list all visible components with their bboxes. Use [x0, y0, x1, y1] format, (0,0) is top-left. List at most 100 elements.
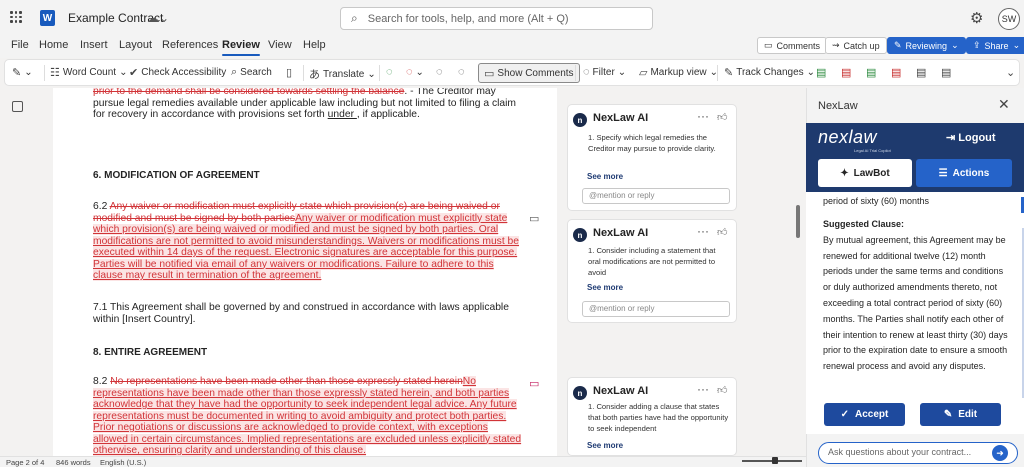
paragraph-8-2[interactable]: 8.2 No representations have been made ot…	[93, 376, 525, 456]
filter-button[interactable]: ◌ Filter ⌄	[583, 66, 626, 78]
show-comments-button[interactable]: ▭ Show Comments	[478, 63, 580, 83]
paragraph-7-1[interactable]: 7.1 This Agreement shall be governed by …	[93, 302, 525, 325]
comment-reply-input[interactable]: @mention or reply	[582, 188, 730, 204]
tab-help[interactable]: Help	[303, 39, 326, 51]
tab-review[interactable]: Review	[222, 39, 260, 56]
paragraph-number: 6.2	[93, 201, 110, 212]
ribbon-expand-icon[interactable]: ⌄	[1006, 66, 1015, 79]
document-page[interactable]: prior to the demand shall be considered …	[53, 88, 557, 456]
gear-icon[interactable]: ⚙	[970, 9, 983, 27]
navigation-pane-icon[interactable]	[12, 101, 23, 112]
reject-all-icon[interactable]: ▤	[891, 66, 901, 79]
more-options-icon[interactable]: ···	[697, 224, 709, 238]
delete-comment-icon[interactable]: ◌ ⌄	[406, 66, 424, 78]
comment-text: 1. Consider adding a clause that states …	[588, 402, 729, 433]
read-aloud-icon[interactable]: ▯	[286, 66, 292, 79]
reviewing-button[interactable]: ✎ Reviewing ⌄	[887, 37, 966, 54]
catch-up-button[interactable]: ⇝ Catch up	[825, 37, 887, 54]
markup-view-button[interactable]: ▱ Markup view ⌄	[639, 66, 718, 79]
chevron-down-icon: ⌄	[367, 68, 376, 80]
suggested-clause-label: Suggested Clause:	[823, 219, 905, 229]
share-button[interactable]: ⇪ Share ⌄	[966, 37, 1024, 54]
check-accessibility-button[interactable]: ✔ Check Accessibility	[129, 66, 226, 79]
avatar[interactable]: SW	[998, 8, 1020, 30]
logout-button[interactable]: ⇥ Logout	[946, 131, 996, 144]
app-launcher-icon[interactable]	[10, 11, 22, 23]
tab-layout[interactable]: Layout	[119, 39, 152, 51]
paragraph-text: for recovery in accordance with provisio…	[93, 109, 328, 120]
share-icon: ⇪	[973, 40, 981, 50]
comment-card[interactable]: n NexLaw AI ··· 👍︎ 1. Specify which lega…	[567, 104, 737, 211]
tab-lawbot[interactable]: ✦ LawBot	[818, 159, 912, 187]
search-input[interactable]: ⌕ Search for tools, help, and more (Alt …	[340, 7, 653, 30]
page-count[interactable]: Page 2 of 4	[6, 458, 44, 467]
section-heading-6: 6. MODIFICATION OF AGREEMENT	[93, 170, 260, 181]
see-more-link[interactable]: See more	[587, 441, 623, 450]
document-scrollbar[interactable]	[796, 205, 800, 238]
see-more-link[interactable]: See more	[587, 283, 623, 292]
like-icon[interactable]: 👍︎	[717, 226, 727, 238]
like-icon[interactable]: 👍︎	[717, 384, 727, 396]
new-comment-icon[interactable]: ◌	[386, 66, 393, 78]
ribbon-search-button[interactable]: ⌕ Search	[231, 66, 272, 79]
next-comment-icon[interactable]: ◌	[458, 66, 465, 78]
tab-home[interactable]: Home	[39, 39, 68, 51]
next-change-icon[interactable]: ▤	[941, 66, 951, 79]
paragraph-remedies[interactable]: prior to the demand shall be considered …	[93, 88, 525, 121]
pane-content: period of sixty (60) months Suggested Cl…	[806, 192, 1024, 434]
separator	[379, 65, 380, 81]
comment-card[interactable]: n NexLaw AI ··· 👍︎ 1. Consider adding a …	[567, 377, 737, 456]
like-icon[interactable]: 👍︎	[717, 111, 727, 123]
send-icon[interactable]: ➜	[992, 445, 1008, 461]
separator	[44, 65, 45, 81]
zoom-slider-thumb[interactable]	[772, 457, 778, 464]
inserted-text: No representations have been made other …	[93, 376, 522, 456]
paragraph-text: pursue legal remedies available under ap…	[93, 97, 516, 109]
word-count-status[interactable]: 846 words	[56, 458, 91, 467]
previous-comment-icon[interactable]: ◌	[436, 66, 443, 78]
tab-references[interactable]: References	[162, 39, 218, 51]
comments-button[interactable]: ▭ Comments	[757, 37, 828, 54]
track-changes-button[interactable]: ✎ Track Changes ⌄	[724, 66, 815, 79]
word-count-button[interactable]: ☷ Word Count ⌄	[50, 66, 127, 79]
cloud-sync-icon[interactable]: ☁⌄	[147, 11, 169, 25]
comment-marker-icon[interactable]: ▭	[529, 377, 539, 390]
language-status[interactable]: English (U.S.)	[100, 458, 146, 467]
markup-view-label: Markup view	[650, 67, 707, 78]
pencil-icon: ✎	[894, 40, 902, 50]
nexlaw-avatar-icon: n	[573, 113, 587, 127]
more-options-icon[interactable]: ···	[697, 109, 709, 123]
word-count-icon: ☷	[50, 67, 60, 79]
tab-actions[interactable]: ☰ Actions	[916, 159, 1012, 187]
editor-icon[interactable]: ✎ ⌄	[12, 66, 33, 79]
accept-button[interactable]: ✓ Accept	[824, 403, 905, 426]
accept-all-icon[interactable]: ▤	[866, 66, 876, 79]
paragraph-number: 8.2	[93, 376, 111, 387]
close-icon[interactable]: ✕	[998, 96, 1010, 113]
comment-reply-input[interactable]: @mention or reply	[582, 301, 730, 317]
search-icon: ⌕	[231, 66, 238, 78]
accept-label: Accept	[855, 409, 889, 420]
track-changes-label: Track Changes	[736, 67, 804, 78]
separator	[303, 65, 304, 81]
reject-change-icon[interactable]: ▤	[841, 66, 851, 79]
comment-marker-icon[interactable]: ▭	[529, 212, 539, 225]
nexlaw-avatar-icon: n	[573, 386, 587, 400]
previous-change-icon[interactable]: ▤	[916, 66, 926, 79]
comment-author: NexLaw AI	[593, 385, 649, 397]
translate-button[interactable]: あ Translate ⌄	[309, 66, 376, 82]
more-options-icon[interactable]: ···	[697, 382, 709, 396]
chevron-down-icon: ⌄	[951, 40, 959, 50]
tab-insert[interactable]: Insert	[80, 39, 108, 51]
paragraph-6-2[interactable]: 6.2 Any waiver or modification must expl…	[93, 201, 525, 282]
tab-lawbot-label: LawBot	[853, 167, 890, 179]
accept-change-icon[interactable]: ▤	[816, 66, 826, 79]
edit-button[interactable]: ✎ Edit	[920, 403, 1001, 426]
comment-card[interactable]: n NexLaw AI ··· 👍︎ 1. Consider including…	[567, 219, 737, 323]
see-more-link[interactable]: See more	[587, 172, 623, 181]
tab-file[interactable]: File	[11, 39, 29, 51]
chevron-down-icon: ⌄	[617, 66, 627, 78]
search-icon: ⌕	[351, 11, 358, 25]
ask-input[interactable]: Ask questions about your contract...	[818, 442, 1018, 464]
tab-view[interactable]: View	[268, 39, 292, 51]
